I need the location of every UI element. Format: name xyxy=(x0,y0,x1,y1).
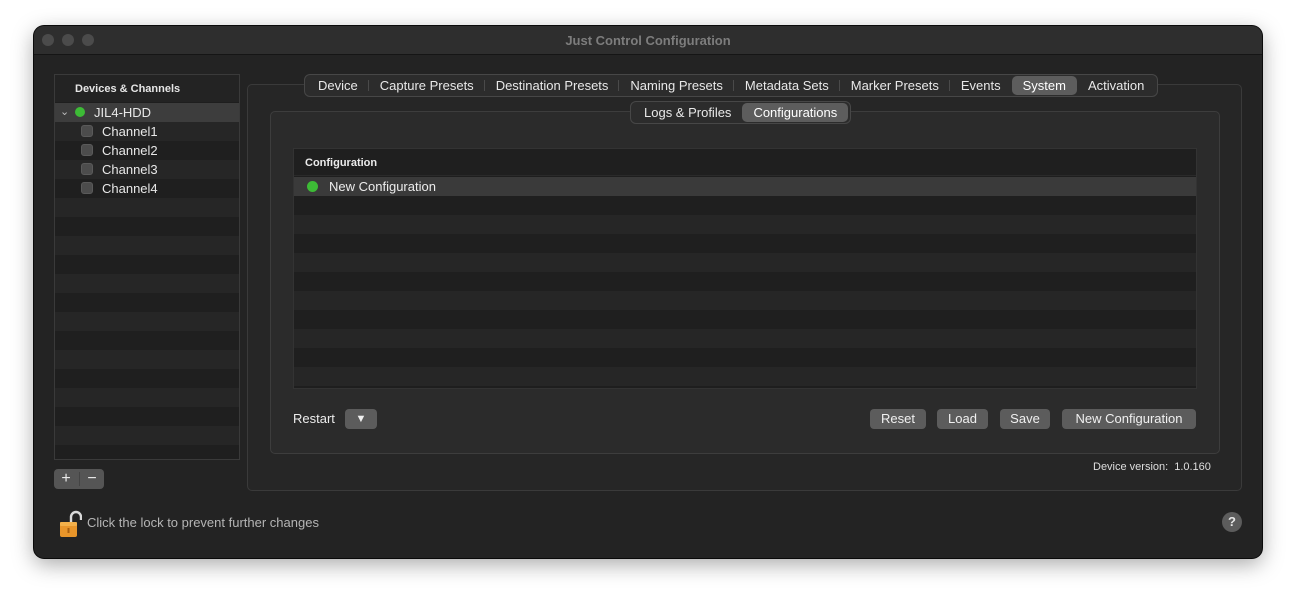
table-row xyxy=(294,272,1196,291)
channel-label: Channel1 xyxy=(102,124,158,139)
sidebar-add-remove: + − xyxy=(54,469,104,489)
table-row xyxy=(294,329,1196,348)
restart-dropdown-button[interactable]: ▼ xyxy=(345,409,377,429)
table-row xyxy=(294,234,1196,253)
list-item xyxy=(55,217,239,236)
table-row xyxy=(294,196,1196,215)
tab-logs-profiles[interactable]: Logs & Profiles xyxy=(633,103,742,122)
list-item xyxy=(55,331,239,350)
add-device-button[interactable]: + xyxy=(54,469,78,489)
tab-naming-presets[interactable]: Naming Presets xyxy=(619,76,734,95)
restart-label: Restart xyxy=(293,411,335,426)
checkbox-icon[interactable] xyxy=(81,163,93,175)
tab-marker-presets[interactable]: Marker Presets xyxy=(840,76,950,95)
table-row[interactable]: New Configuration xyxy=(294,177,1196,196)
checkbox-icon[interactable] xyxy=(81,144,93,156)
sidebar-item-channel2[interactable]: Channel2 xyxy=(55,141,239,160)
version-label: Device version: xyxy=(1093,461,1169,473)
device-status-icon xyxy=(75,107,85,117)
table-row xyxy=(294,348,1196,367)
sidebar-item-device[interactable]: ⌄ JIL4-HDD xyxy=(55,103,239,122)
device-label: JIL4-HDD xyxy=(94,105,152,120)
list-item xyxy=(55,350,239,369)
channel-label: Channel4 xyxy=(102,181,158,196)
new-configuration-button[interactable]: New Configuration xyxy=(1062,409,1196,429)
window-title: Just Control Configuration xyxy=(565,33,731,48)
table-row xyxy=(294,215,1196,234)
list-item xyxy=(55,426,239,445)
active-status-icon xyxy=(307,181,318,192)
help-icon[interactable]: ? xyxy=(1222,512,1242,532)
table-row xyxy=(294,253,1196,272)
save-button[interactable]: Save xyxy=(1000,409,1050,429)
list-item xyxy=(55,445,239,459)
sidebar-header: Devices & Channels xyxy=(55,75,239,102)
remove-device-button[interactable]: − xyxy=(80,469,104,489)
unlocked-lock-icon[interactable] xyxy=(58,508,82,538)
checkbox-icon[interactable] xyxy=(81,125,93,137)
tab-capture-presets[interactable]: Capture Presets xyxy=(369,76,485,95)
sub-tabs: Logs & Profiles Configurations xyxy=(630,101,852,124)
load-button[interactable]: Load xyxy=(937,409,988,429)
checkbox-icon[interactable] xyxy=(81,182,93,194)
lock-hint-text: Click the lock to prevent further change… xyxy=(87,515,319,530)
tab-events[interactable]: Events xyxy=(950,76,1012,95)
table-row xyxy=(294,291,1196,310)
sidebar-item-channel3[interactable]: Channel3 xyxy=(55,160,239,179)
sidebar-item-channel1[interactable]: Channel1 xyxy=(55,122,239,141)
reset-button[interactable]: Reset xyxy=(870,409,926,429)
version-value: 1.0.160 xyxy=(1174,461,1211,473)
configuration-name: New Configuration xyxy=(329,179,436,194)
configuration-table: Configuration New Configuration xyxy=(293,148,1197,389)
sidebar-item-channel4[interactable]: Channel4 xyxy=(55,179,239,198)
table-row xyxy=(294,310,1196,329)
tab-destination-presets[interactable]: Destination Presets xyxy=(485,76,620,95)
list-item xyxy=(55,198,239,217)
channel-label: Channel2 xyxy=(102,143,158,158)
app-window: Just Control Configuration Devices & Cha… xyxy=(34,26,1262,558)
list-item xyxy=(55,293,239,312)
tab-device[interactable]: Device xyxy=(307,76,369,95)
column-header-configuration[interactable]: Configuration xyxy=(294,149,1196,176)
list-item xyxy=(55,388,239,407)
chevron-down-icon[interactable]: ⌄ xyxy=(60,105,69,118)
channel-label: Channel3 xyxy=(102,162,158,177)
list-item xyxy=(55,369,239,388)
tab-activation[interactable]: Activation xyxy=(1077,76,1155,95)
list-item xyxy=(55,255,239,274)
table-row xyxy=(294,367,1196,386)
title-bar: Just Control Configuration xyxy=(34,26,1262,55)
devices-sidebar: Devices & Channels ⌄ JIL4-HDD Channel1 C… xyxy=(54,74,240,460)
list-item xyxy=(55,312,239,331)
triangle-down-icon: ▼ xyxy=(355,413,367,425)
tab-configurations[interactable]: Configurations xyxy=(742,103,849,122)
tab-metadata-sets[interactable]: Metadata Sets xyxy=(734,76,840,95)
main-tabs: Device Capture Presets Destination Prese… xyxy=(304,74,1159,97)
list-item xyxy=(55,274,239,293)
device-version: Device version: 1.0.160 xyxy=(1093,461,1211,473)
list-item xyxy=(55,236,239,255)
tab-system[interactable]: System xyxy=(1011,76,1077,95)
list-item xyxy=(55,407,239,426)
